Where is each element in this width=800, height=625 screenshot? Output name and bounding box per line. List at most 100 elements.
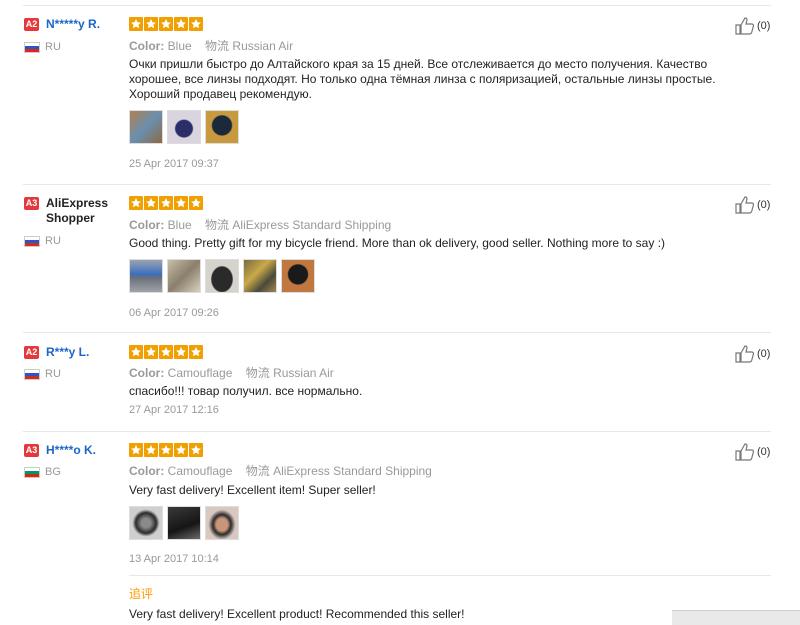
review-text: Very fast delivery! Excellent item! Supe…: [129, 483, 376, 497]
shipping-label: 物流: [245, 366, 270, 380]
helpful-button[interactable]: (0): [735, 345, 770, 363]
helpful-count: (0): [757, 199, 771, 211]
flag-ru-icon: [24, 236, 40, 247]
star-icon: [189, 196, 203, 210]
review-divider: [23, 184, 771, 185]
reviewer-name[interactable]: R***y L.: [46, 345, 126, 360]
shipping-label: 物流: [205, 218, 230, 232]
star-icon: [144, 345, 158, 359]
review-text: спасибо!!! товар получил. все нормально.: [129, 384, 363, 398]
helpful-button[interactable]: (0): [735, 196, 770, 214]
helpful-count: (0): [757, 20, 771, 32]
shipping-label: 物流: [205, 39, 230, 53]
color-label: Color:: [129, 464, 165, 478]
review-date: 27 Apr 2017 12:16: [129, 404, 219, 416]
reviewer-country: RU: [45, 235, 61, 247]
additional-feedback-text: Very fast delivery! Excellent product! R…: [129, 607, 465, 621]
star-icon: [129, 345, 143, 359]
review-divider: [23, 332, 771, 333]
star-icon: [129, 17, 143, 31]
helpful-button[interactable]: (0): [735, 443, 770, 461]
star-icon: [129, 196, 143, 210]
flag-bg-icon: [24, 467, 40, 478]
shipping-label: 物流: [245, 464, 270, 478]
star-icon: [189, 345, 203, 359]
shipping-value: Russian Air: [273, 366, 334, 380]
buyer-level-badge: A3: [24, 444, 39, 457]
sunglasses-pouch-photo[interactable]: [167, 110, 201, 144]
color-value: Camouflage: [167, 464, 233, 478]
glasses-closeup-photo[interactable]: [129, 506, 163, 540]
lens-set-photo[interactable]: [243, 259, 277, 293]
star-icon: [144, 196, 158, 210]
top-divider: [23, 5, 771, 6]
reviewer-country: BG: [45, 466, 61, 478]
thumbs-up-icon: [735, 443, 755, 461]
color-label: Color:: [129, 366, 165, 380]
glasses-case-photo[interactable]: [205, 259, 239, 293]
color-label: Color:: [129, 218, 165, 232]
star-icon: [174, 345, 188, 359]
flag-ru-icon: [24, 369, 40, 380]
review-text: Очки пришли быстро до Алтайского края за…: [129, 57, 716, 101]
star-icon: [129, 443, 143, 457]
color-value: Blue: [167, 218, 192, 232]
review-divider: [23, 431, 771, 432]
star-rating: [129, 196, 203, 210]
star-icon: [174, 196, 188, 210]
star-icon: [189, 17, 203, 31]
order-info: Color: Blue 物流 Russian Air: [129, 37, 293, 54]
buyer-level-badge: A3: [24, 197, 39, 210]
sunglasses-blue-lens-photo[interactable]: [129, 259, 163, 293]
review-photos: [129, 506, 239, 540]
star-icon: [159, 443, 173, 457]
helpful-button[interactable]: (0): [735, 17, 770, 35]
helpful-count: (0): [757, 446, 771, 458]
flag-ru-icon: [24, 42, 40, 53]
review-text: Good thing. Pretty gift for my bicycle f…: [129, 236, 666, 250]
star-icon: [159, 345, 173, 359]
reviewer-name[interactable]: AliExpress Shopper: [46, 196, 126, 226]
review-date: 13 Apr 2017 10:14: [129, 553, 219, 565]
selfie-photo[interactable]: [205, 506, 239, 540]
additional-feedback-label: 追评: [129, 587, 154, 601]
buyer-level-badge: A2: [24, 346, 39, 359]
reviewer-name[interactable]: N*****y R.: [46, 17, 126, 32]
shipping-value: AliExpress Standard Shipping: [273, 464, 432, 478]
order-info: Color: Blue 物流 AliExpress Standard Shipp…: [129, 216, 391, 233]
shipping-value: AliExpress Standard Shipping: [232, 218, 392, 232]
reviewer-country: RU: [45, 368, 61, 380]
star-icon: [144, 443, 158, 457]
package-photo[interactable]: [167, 259, 201, 293]
star-icon: [144, 17, 158, 31]
color-label: Color:: [129, 39, 165, 53]
review-date: 25 Apr 2017 09:37: [129, 158, 219, 170]
color-value: Camouflage: [167, 366, 233, 380]
star-icon: [159, 196, 173, 210]
review-photos: [129, 110, 239, 144]
star-icon: [174, 443, 188, 457]
star-rating: [129, 443, 203, 457]
review-date: 06 Apr 2017 09:26: [129, 307, 219, 319]
glasses-on-helmet-photo[interactable]: [205, 110, 239, 144]
order-info: Color: Camouflage 物流 AliExpress Standard…: [129, 462, 432, 479]
star-icon: [174, 17, 188, 31]
star-icon: [159, 17, 173, 31]
thumbs-up-icon: [735, 196, 755, 214]
glasses-on-helmet-photo[interactable]: [281, 259, 315, 293]
color-value: Blue: [167, 39, 192, 53]
lens-case-photo[interactable]: [129, 110, 163, 144]
thumbs-up-icon: [735, 17, 755, 35]
star-icon: [189, 443, 203, 457]
review-photos: [129, 259, 315, 293]
order-info: Color: Camouflage 物流 Russian Air: [129, 364, 334, 381]
buyer-level-badge: A2: [24, 18, 39, 31]
floating-feedback-bar[interactable]: [672, 610, 800, 625]
helpful-count: (0): [757, 348, 771, 360]
box-photo[interactable]: [167, 506, 201, 540]
append-divider: [129, 575, 771, 576]
star-rating: [129, 17, 203, 31]
reviewer-country: RU: [45, 41, 61, 53]
reviewer-name[interactable]: H****o K.: [46, 443, 126, 458]
thumbs-up-icon: [735, 345, 755, 363]
